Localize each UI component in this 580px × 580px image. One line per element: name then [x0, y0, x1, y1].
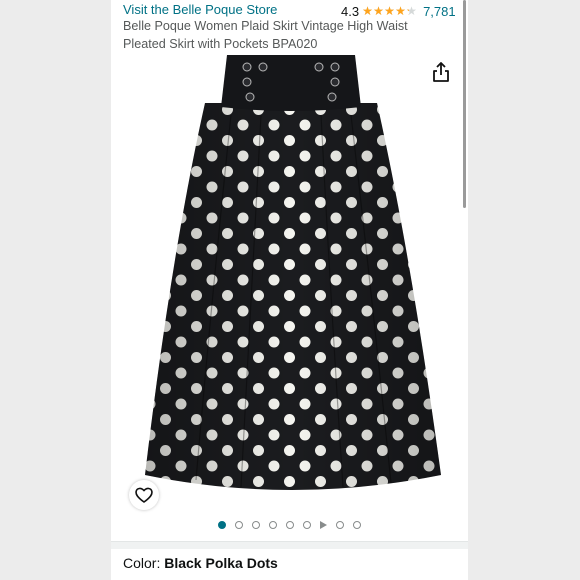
carousel-dot[interactable]	[303, 521, 311, 529]
carousel-dot[interactable]	[235, 521, 243, 529]
star-icon: ★★	[395, 4, 406, 18]
carousel-dot[interactable]	[269, 521, 277, 529]
heart-icon[interactable]	[129, 480, 159, 510]
star-rating[interactable]: ★★★★★★★★★★	[362, 5, 417, 17]
carousel-dot[interactable]	[336, 521, 344, 529]
carousel-dot[interactable]	[218, 521, 226, 529]
product-title: Belle Poque Women Plaid Skirt Vintage Hi…	[123, 19, 408, 51]
star-icon: ★★	[406, 4, 417, 18]
product-card: Visit the Belle Poque Store 4.3 ★ ★ ★ ★ ★ ★ ★ ★…	[111, 0, 468, 580]
scrollbar[interactable]	[463, 0, 466, 208]
carousel-dot[interactable]	[353, 521, 361, 529]
color-label: Color:	[123, 555, 165, 571]
store-link[interactable]: Visit the Belle Poque Store	[123, 2, 277, 17]
color-variation: Color: Black Polka Dots	[123, 555, 278, 571]
star-icon: ★★	[362, 4, 373, 18]
color-value: Black Polka Dots	[164, 555, 278, 571]
star-icon: ★★	[384, 4, 395, 18]
play-icon[interactable]	[320, 521, 327, 529]
waistband	[221, 55, 361, 111]
product-image[interactable]	[111, 55, 468, 515]
carousel-dot[interactable]	[252, 521, 260, 529]
image-carousel-dots[interactable]	[111, 516, 468, 534]
star-icon: ★★	[373, 4, 384, 18]
carousel-dot[interactable]	[286, 521, 294, 529]
section-divider	[111, 541, 468, 549]
